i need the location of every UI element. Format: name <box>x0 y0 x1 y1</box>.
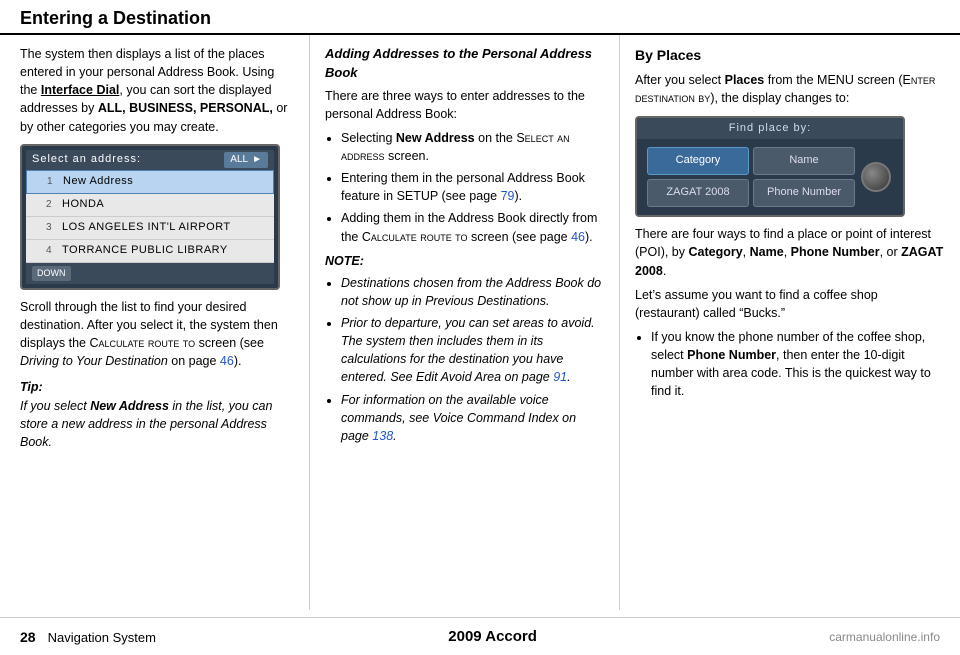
nav-titlebar: Select an address: ALL ► <box>26 150 274 171</box>
content-area: The system then displays a list of the p… <box>0 35 960 610</box>
right-bullets: If you know the phone number of the coff… <box>651 328 945 401</box>
nav-list-item-2[interactable]: 2 HONDA <box>26 194 274 217</box>
find-place-zagat[interactable]: ZAGAT 2008 <box>647 179 749 207</box>
nav-list-item-4[interactable]: 4 TORRANCE PUBLIC LIBRARY <box>26 240 274 263</box>
footer-left: 28 Navigation System <box>20 629 156 645</box>
footer-center-text: 2009 Accord <box>156 628 829 645</box>
find-place-titlebar: Find place by: <box>637 118 903 140</box>
note-bullets: Destinations chosen from the Address Boo… <box>341 274 604 445</box>
page-title: Entering a Destination <box>20 8 940 29</box>
interface-dial <box>857 158 895 196</box>
middle-section-title: Adding Addresses to the Personal Address… <box>325 45 604 83</box>
find-place-name[interactable]: Name <box>753 147 855 175</box>
note-bullet-2: Prior to departure, you can set areas to… <box>341 314 604 387</box>
four-ways-text: There are four ways to find a place or p… <box>635 225 945 279</box>
nav-list-item-1[interactable]: 1 New Address <box>26 170 274 194</box>
nav-list-item-3[interactable]: 3 LOS ANGELES INT'L AIRPORT <box>26 217 274 240</box>
note-bullet-1: Destinations chosen from the Address Boo… <box>341 274 604 310</box>
scroll-text: Scroll through the list to find your des… <box>20 298 294 371</box>
left-column: The system then displays a list of the p… <box>0 35 310 610</box>
chevron-right-icon: ► <box>252 153 262 168</box>
dial-circle <box>861 162 891 192</box>
note-bullet-3: For information on the available voice c… <box>341 391 604 445</box>
find-place-content: Category Name ZAGAT 2008 Phone Number <box>637 139 903 215</box>
note-title: NOTE: <box>325 252 604 270</box>
lets-assume-text: Let’s assume you want to find a coffee s… <box>635 286 945 322</box>
right-column: By Places After you select Places from t… <box>620 35 960 610</box>
middle-column: Adding Addresses to the Personal Address… <box>310 35 620 610</box>
middle-bullet-2: Entering them in the personal Address Bo… <box>341 169 604 205</box>
page-number: 28 <box>20 629 36 645</box>
tip-section: Tip: If you select New Address in the li… <box>20 378 294 451</box>
middle-bullets: Selecting New Address on the Select an a… <box>341 129 604 246</box>
nav-controls: DOWN <box>26 263 274 284</box>
middle-bullet-3: Adding them in the Address Book directly… <box>341 209 604 245</box>
find-place-grid: Category Name ZAGAT 2008 Phone Number <box>645 145 857 209</box>
right-section-title: By Places <box>635 45 945 65</box>
middle-bullet-1: Selecting New Address on the Select an a… <box>341 129 604 165</box>
find-place-phone[interactable]: Phone Number <box>753 179 855 207</box>
footer-logo: carmanualonline.info <box>829 630 940 644</box>
right-intro: After you select Places from the MENU sc… <box>635 71 945 107</box>
page-footer: 28 Navigation System 2009 Accord carmanu… <box>0 617 960 655</box>
find-place-screen: Find place by: Category Name ZAGAT 2008 … <box>635 116 905 218</box>
middle-intro: There are three ways to enter addresses … <box>325 87 604 123</box>
nav-all-badge: ALL ► <box>224 152 268 169</box>
right-bullet-1: If you know the phone number of the coff… <box>651 328 945 401</box>
footer-nav-label: Navigation System <box>48 630 156 645</box>
nav-screen: Select an address: ALL ► 1 New Address 2… <box>20 144 280 290</box>
nav-list: 1 New Address 2 HONDA 3 LOS ANGELES INT'… <box>26 170 274 263</box>
find-place-category[interactable]: Category <box>647 147 749 175</box>
left-intro-text: The system then displays a list of the p… <box>20 45 294 136</box>
nav-screen-title: Select an address: <box>32 152 141 168</box>
page-header: Entering a Destination <box>0 0 960 35</box>
tip-text: Tip: If you select New Address in the li… <box>20 378 294 451</box>
down-button[interactable]: DOWN <box>32 266 71 281</box>
